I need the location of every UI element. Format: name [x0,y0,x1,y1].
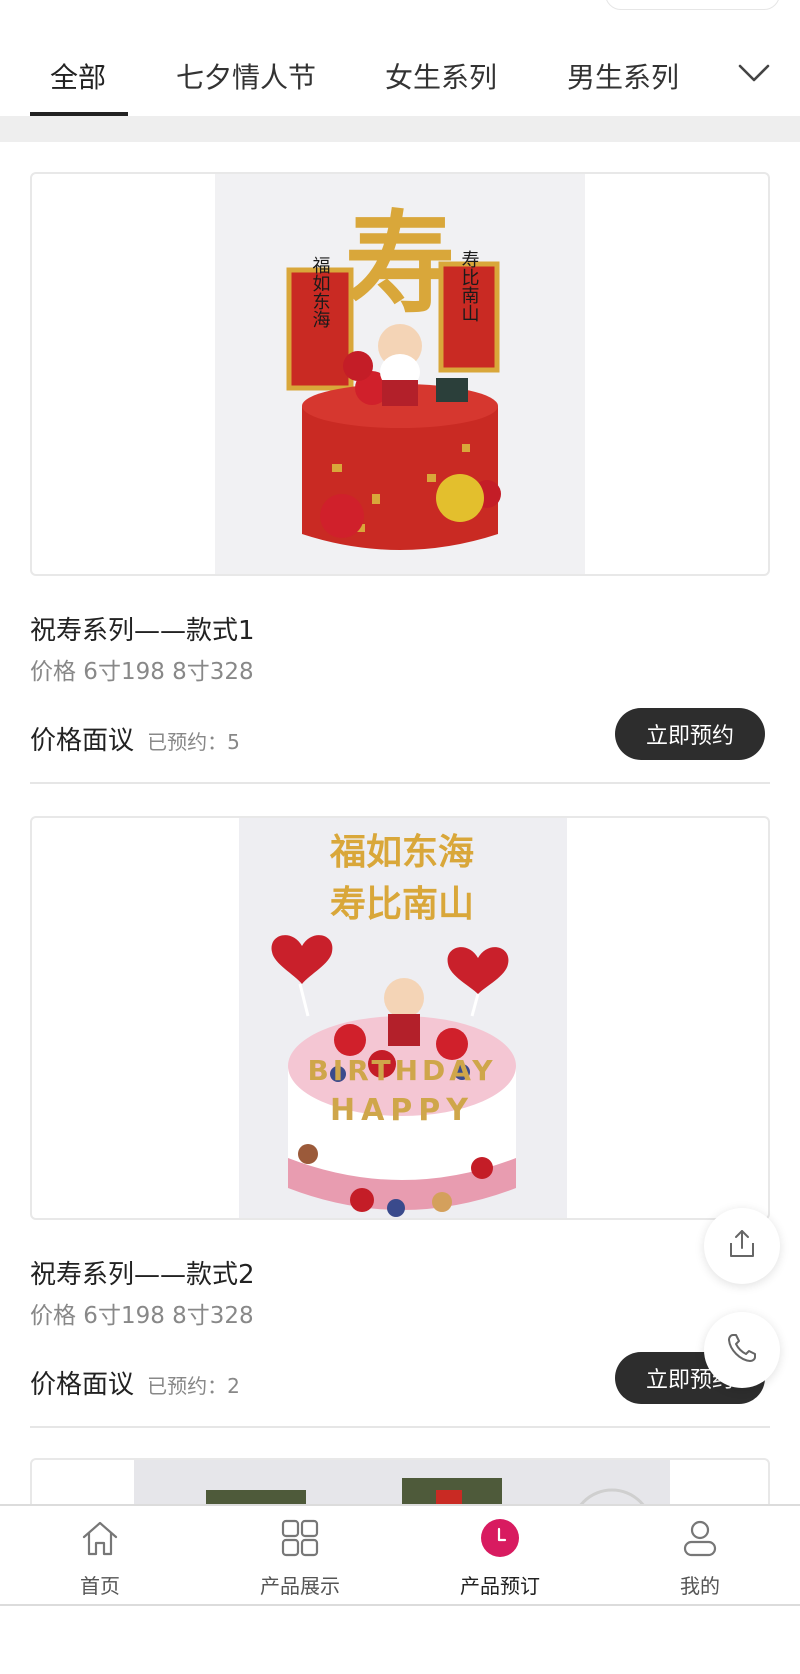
booked-count: 已预约：2 [147,1374,240,1398]
topper-line-2: 寿比南山 [330,883,474,925]
section-separator [0,116,800,142]
product-title[interactable]: 祝寿系列——款式1 [30,610,255,647]
card-divider [30,1426,770,1428]
bottom-navigation: 首页 产品展示 产品预订 我的 [0,1504,800,1606]
nav-profile[interactable]: 我的 [600,1506,800,1606]
clock-icon [480,1518,520,1558]
nav-profile-label: 我的 [680,1574,720,1598]
tab-men[interactable]: 男生系列 [567,56,679,96]
share-button[interactable] [704,1208,780,1284]
user-icon [680,1518,720,1558]
nav-products-label: 产品展示 [260,1574,340,1598]
grid-icon [280,1518,320,1558]
product-image[interactable]: 福如东海 寿比南山 BIRTHDAY HAPPY [30,816,770,1220]
product-price-detail: 价格 6寸198 8寸328 [30,1303,254,1329]
book-now-button[interactable]: 立即预约 [615,708,765,760]
product-title[interactable]: 祝寿系列——款式2 [30,1254,255,1291]
price-row: 价格面议 已预约：5 [30,720,240,757]
product-price-detail: 价格 6寸198 8寸328 [30,659,254,685]
topper-line-1: 福如东海 [329,831,474,873]
category-tabs: 全部 七夕情人节 女生系列 男生系列 [0,36,800,116]
nav-booking[interactable]: 产品预订 [400,1506,600,1606]
card-divider [30,782,770,784]
booked-count: 已预约：5 [147,730,240,754]
home-icon [80,1518,120,1558]
product-image[interactable]: 寿 福如东海 寿比南山 [30,172,770,576]
nav-home[interactable]: 首页 [0,1506,200,1606]
candle-letters-1: BIRTHDAY [307,1054,496,1087]
bottom-safe-area [0,1606,800,1674]
phone-button[interactable] [704,1312,780,1388]
price-negotiable-label: 价格面议 [30,726,135,756]
nav-products[interactable]: 产品展示 [200,1506,400,1606]
nav-booking-label: 产品预订 [460,1574,540,1598]
share-icon [725,1227,759,1265]
chevron-down-icon[interactable] [736,58,772,88]
phone-icon [724,1330,760,1370]
tab-qixi[interactable]: 七夕情人节 [176,56,316,96]
tab-all[interactable]: 全部 [50,56,106,96]
tab-women[interactable]: 女生系列 [385,56,497,96]
top-search-pill[interactable] [605,0,780,10]
price-negotiable-label: 价格面议 [30,1370,135,1400]
price-row: 价格面议 已预约：2 [30,1364,240,1401]
candle-letters-2: HAPPY [330,1093,474,1128]
right-banner-text: 寿比南山 [459,250,480,322]
nav-home-label: 首页 [80,1574,120,1598]
left-banner-text: 福如东海 [310,256,331,328]
